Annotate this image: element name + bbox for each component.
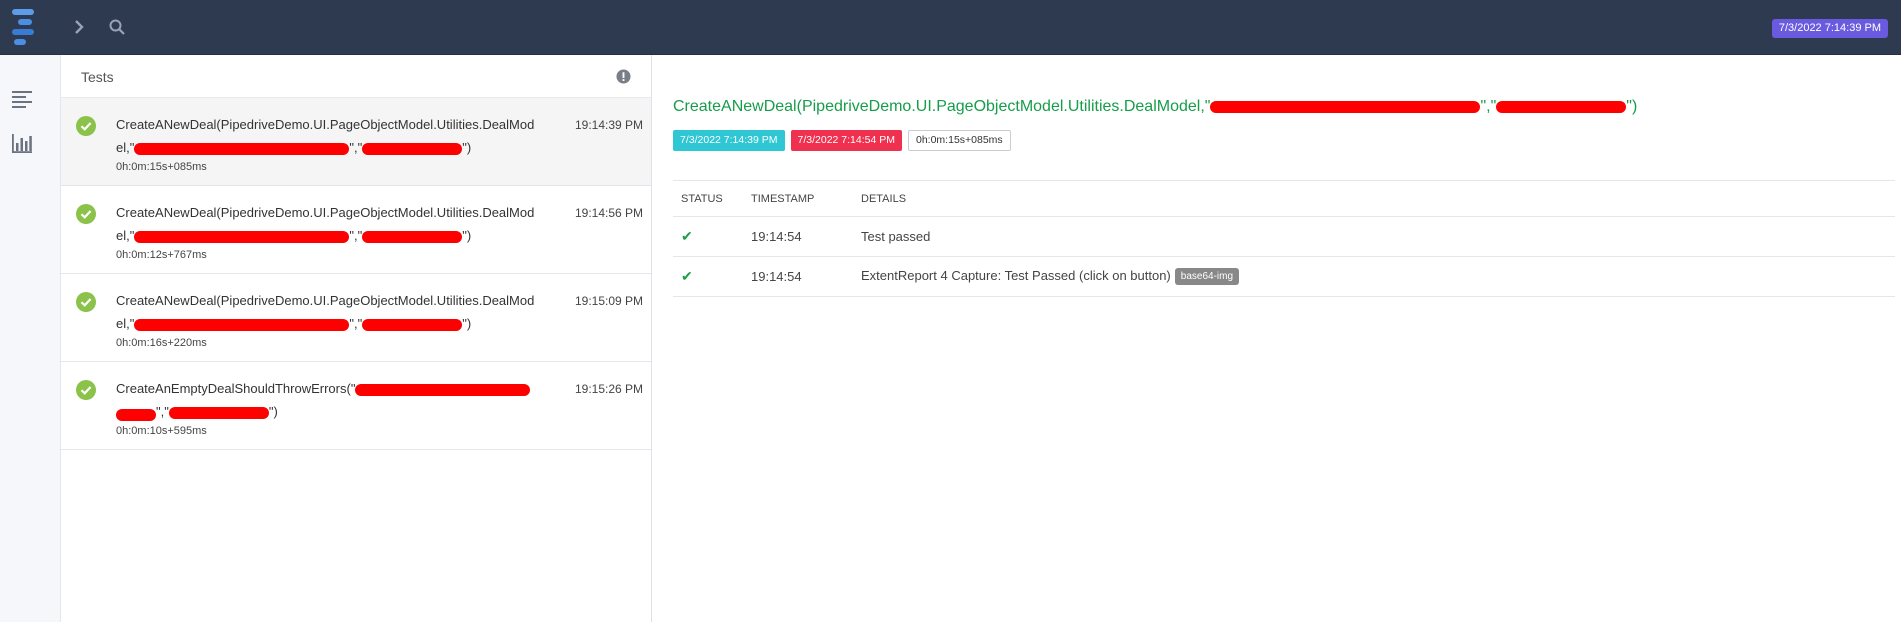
pass-check-icon: [76, 116, 96, 136]
redaction-mark: [355, 383, 531, 396]
list-icon[interactable]: [10, 87, 34, 111]
test-time-pills: 7/3/2022 7:14:39 PM 7/3/2022 7:14:54 PM …: [673, 130, 1011, 151]
test-start-time: 19:14:39 PM: [575, 118, 644, 132]
check-icon: ✔: [681, 268, 693, 284]
start-time-pill: 7/3/2022 7:14:39 PM: [673, 130, 785, 151]
redaction-mark: [116, 408, 156, 421]
info-icon[interactable]: [616, 69, 631, 84]
search-icon[interactable]: [104, 14, 130, 40]
redaction-mark: [362, 142, 463, 155]
column-header-timestamp: TIMESTAMP: [743, 180, 853, 217]
pass-check-icon: [76, 380, 96, 400]
test-list-item[interactable]: CreateANewDeal(PipedriveDemo.UI.PageObje…: [61, 186, 651, 274]
test-name: CreateANewDeal(PipedriveDemo.UI.PageObje…: [116, 117, 535, 155]
redaction-mark: [134, 230, 350, 243]
log-table-header: STATUS TIMESTAMP DETAILS: [673, 180, 1895, 217]
pass-check-icon: [76, 204, 96, 224]
tests-panel-header: Tests: [61, 55, 651, 98]
redaction-mark: [134, 318, 350, 331]
test-duration: 0h:0m:10s+595ms: [116, 425, 207, 437]
column-header-status: STATUS: [673, 180, 743, 217]
test-duration: 0h:0m:16s+220ms: [116, 337, 207, 349]
test-start-time: 19:15:26 PM: [575, 382, 644, 396]
test-duration: 0h:0m:15s+085ms: [116, 161, 207, 173]
report-date-badge: 7/3/2022 7:14:39 PM: [1771, 19, 1888, 38]
redaction-mark: [1210, 100, 1481, 113]
test-name: CreateAnEmptyDealShouldThrowErrors(""," "…: [116, 377, 536, 423]
test-list-item[interactable]: CreateANewDeal(PipedriveDemo.UI.PageObje…: [61, 98, 651, 186]
log-row: ✔ 19:14:54 Test passed: [673, 216, 1895, 257]
log-details: ExtentReport 4 Capture: Test Passed (cli…: [861, 267, 1171, 283]
base64-image-link[interactable]: base64-img: [1174, 268, 1240, 286]
test-name: CreateANewDeal(PipedriveDemo.UI.PageObje…: [116, 293, 535, 331]
top-navbar: 7/3/2022 7:14:39 PM: [0, 0, 1901, 55]
test-start-time: 19:15:09 PM: [575, 294, 644, 308]
redaction-mark: [362, 318, 463, 331]
log-status-cell: ✔: [673, 256, 743, 297]
tests-panel: Tests CreateANewDeal(PipedriveDemo.UI.Pa…: [61, 55, 652, 622]
log-table: STATUS TIMESTAMP DETAILS ✔ 19:14:54 Test…: [673, 180, 1895, 297]
redaction-mark: [168, 406, 269, 419]
tests-panel-title: Tests: [81, 69, 114, 85]
test-list-item[interactable]: CreateANewDeal(PipedriveDemo.UI.PageObje…: [61, 274, 651, 362]
chevron-right-icon[interactable]: [66, 14, 92, 40]
log-status-cell: ✔: [673, 216, 743, 257]
log-timestamp: 19:14:54: [743, 256, 853, 297]
log-details: Test passed: [853, 216, 1895, 257]
redaction-mark: [134, 142, 350, 155]
side-navigation: [0, 55, 61, 622]
log-details-cell: ExtentReport 4 Capture: Test Passed (cli…: [853, 256, 1895, 297]
redaction-mark: [1496, 100, 1627, 113]
test-list-item[interactable]: CreateAnEmptyDealShouldThrowErrors(""," "…: [61, 362, 651, 450]
log-row: ✔ 19:14:54 ExtentReport 4 Capture: Test …: [673, 256, 1895, 297]
test-duration: 0h:0m:12s+767ms: [116, 249, 207, 261]
test-detail-panel: CreateANewDeal(PipedriveDemo.UI.PageObje…: [653, 55, 1901, 622]
column-header-details: DETAILS: [853, 180, 1895, 217]
test-start-time: 19:14:56 PM: [575, 206, 644, 220]
redaction-mark: [362, 230, 463, 243]
log-timestamp: 19:14:54: [743, 216, 853, 257]
test-detail-title: CreateANewDeal(PipedriveDemo.UI.PageObje…: [673, 98, 1638, 115]
bar-chart-icon[interactable]: [10, 131, 34, 155]
test-name: CreateANewDeal(PipedriveDemo.UI.PageObje…: [116, 205, 535, 243]
pass-check-icon: [76, 292, 96, 312]
end-time-pill: 7/3/2022 7:14:54 PM: [790, 130, 902, 151]
duration-pill: 0h:0m:15s+085ms: [908, 130, 1011, 151]
check-icon: ✔: [681, 228, 693, 244]
extent-logo-icon[interactable]: [12, 9, 40, 45]
